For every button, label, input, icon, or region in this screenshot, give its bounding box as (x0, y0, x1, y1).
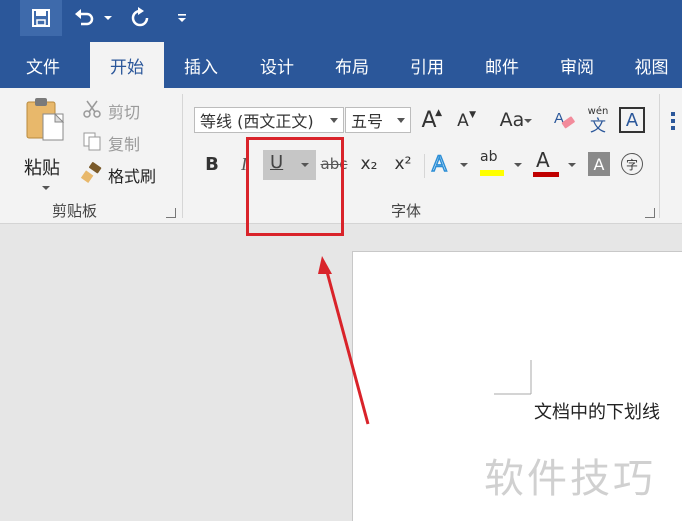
chevron-down-icon (524, 119, 532, 123)
undo-dropdown[interactable] (100, 0, 116, 36)
highlight-color-swatch (480, 170, 504, 176)
tab-label: 开始 (110, 57, 144, 78)
clipboard-group-label: 剪贴板 (52, 202, 98, 220)
save-button[interactable] (20, 0, 62, 36)
bold-button[interactable]: B (200, 150, 224, 178)
character-shading-button[interactable]: A (588, 152, 610, 176)
group-divider (182, 94, 183, 218)
ribbon-tabs: 文件 开始 插入 设计 布局 引用 邮件 审阅 视图 (0, 36, 682, 88)
phonetic-char: 文 (589, 116, 606, 135)
subscript-button[interactable]: x₂ (356, 150, 382, 178)
scissors-icon (83, 100, 101, 118)
undo-icon (75, 9, 94, 26)
text-effects-icon: A (431, 150, 447, 177)
font-name-value: 等线 (西文正文) (200, 112, 314, 131)
shrink-font-icon: A (457, 111, 469, 131)
change-case-label: Aa (499, 109, 525, 131)
copy-button[interactable]: 复制 (80, 130, 150, 154)
paragraph-tool-partial[interactable] (666, 108, 682, 132)
paste-button[interactable]: 粘贴 (18, 96, 72, 196)
chevron-down-icon (397, 118, 405, 123)
tab-view[interactable]: 视图 (621, 42, 682, 88)
caret-up-icon: ▲ (435, 108, 442, 118)
font-group-label: 字体 (391, 202, 422, 220)
format-painter-button[interactable]: 格式刷 (80, 162, 166, 186)
chevron-down-icon (514, 163, 522, 167)
character-shading-icon: A (593, 154, 605, 174)
clipboard-paste-icon (26, 98, 65, 141)
tab-insert[interactable]: 插入 (170, 42, 232, 88)
separator (424, 154, 425, 178)
tab-label: 审阅 (560, 57, 594, 78)
tab-label: 文件 (26, 57, 60, 78)
tab-label: 插入 (184, 57, 218, 78)
redo-icon (131, 7, 149, 27)
chevron-down-icon (568, 163, 576, 167)
customize-quick-access-icon (178, 14, 186, 22)
customize-quick-access-button[interactable] (172, 0, 192, 36)
tab-label: 视图 (634, 57, 669, 78)
tab-mailings[interactable]: 邮件 (471, 42, 533, 88)
chevron-down-icon (104, 16, 112, 20)
font-size-value: 五号 (351, 112, 384, 131)
phonetic-guide-button[interactable]: wén 文 (585, 104, 611, 136)
margin-corner-mark (494, 360, 532, 395)
redo-button[interactable] (126, 0, 154, 36)
chevron-down-icon (330, 118, 338, 123)
text-highlight-button[interactable]: ab (476, 148, 524, 180)
format-painter-label: 格式刷 (108, 167, 157, 186)
caret-down-icon: ▼ (469, 110, 476, 120)
font-dialog-launcher-icon[interactable] (645, 208, 655, 218)
superscript-button[interactable]: x² (390, 150, 416, 178)
chevron-down-icon (42, 186, 50, 190)
font-size-select[interactable]: 五号 (345, 107, 411, 133)
tab-home[interactable]: 开始 (90, 42, 164, 88)
font-color-icon: A (536, 148, 550, 172)
save-icon (32, 9, 50, 27)
shrink-font-button[interactable]: A ▼ (450, 108, 476, 134)
tab-references[interactable]: 引用 (396, 42, 458, 88)
tab-label: 邮件 (485, 57, 519, 78)
change-case-button[interactable]: Aa (490, 106, 534, 134)
cut-button[interactable]: 剪切 (80, 98, 150, 122)
highlight-icon: ab (480, 149, 498, 165)
annotation-highlight-box (246, 137, 344, 236)
cut-label: 剪切 (108, 103, 141, 122)
clipboard-dialog-launcher-icon[interactable] (166, 208, 176, 218)
undo-button[interactable] (70, 0, 98, 36)
title-bar (0, 0, 682, 36)
font-color-swatch (533, 172, 559, 177)
clear-formatting-button[interactable]: A (552, 106, 578, 134)
tab-label: 设计 (260, 57, 294, 78)
enclose-characters-button[interactable]: 字 (620, 150, 644, 178)
clear-formatting-icon: A (554, 110, 575, 129)
group-divider (659, 94, 660, 218)
character-border-button[interactable]: A (619, 107, 645, 133)
chevron-down-icon (460, 163, 468, 167)
annotation-arrow (318, 256, 370, 425)
bold-icon: B (205, 153, 219, 175)
bullets-icon (671, 112, 675, 130)
grow-font-button[interactable]: A ▲ (416, 106, 442, 134)
character-border-icon: A (625, 109, 639, 131)
superscript-icon: x² (394, 154, 412, 174)
format-painter-icon (81, 162, 102, 183)
font-color-button[interactable]: A (530, 148, 578, 180)
tab-design[interactable]: 设计 (246, 42, 308, 88)
tab-file[interactable]: 文件 (12, 42, 74, 88)
copy-icon (83, 132, 101, 151)
tab-layout[interactable]: 布局 (321, 42, 383, 88)
tab-label: 引用 (410, 57, 444, 78)
tab-review[interactable]: 审阅 (546, 42, 608, 88)
subscript-icon: x₂ (360, 154, 378, 174)
font-name-select[interactable]: 等线 (西文正文) (194, 107, 344, 133)
paste-label: 粘贴 (24, 158, 60, 179)
watermark-text: 软件技巧 (484, 456, 656, 502)
document-text[interactable]: 文档中的下划线 (534, 398, 660, 424)
text-effects-button[interactable]: A (430, 150, 470, 178)
enclose-characters-icon: 字 (621, 153, 643, 175)
copy-label: 复制 (108, 135, 141, 154)
tab-label: 布局 (335, 57, 369, 78)
